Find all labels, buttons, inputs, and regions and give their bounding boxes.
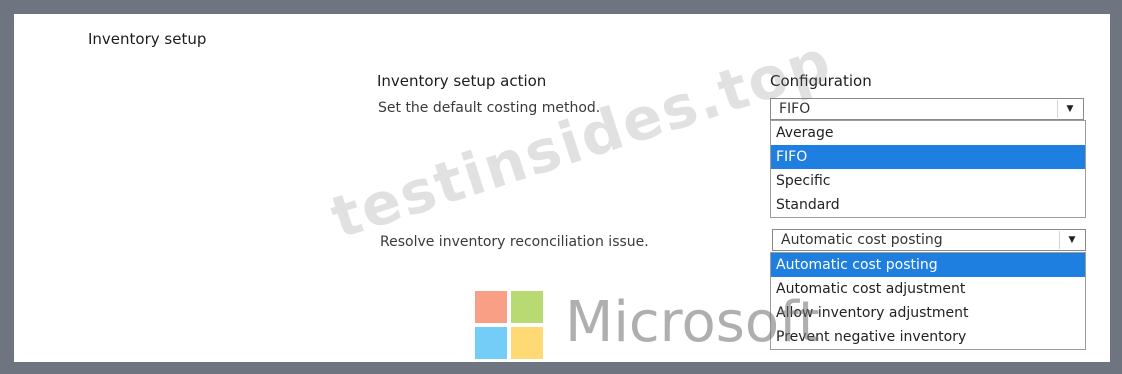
- dropdown-option-allow-inventory-adjustment[interactable]: Allow inventory adjustment: [771, 301, 1085, 325]
- costing-method-dropdown: Average FIFO Specific Standard: [770, 120, 1086, 218]
- column-header-configuration: Configuration: [770, 72, 872, 90]
- costing-method-value: FIFO: [779, 101, 811, 117]
- dropdown-option-average[interactable]: Average: [771, 121, 1085, 145]
- column-header-action: Inventory setup action: [377, 72, 547, 90]
- reconciliation-value: Automatic cost posting: [781, 232, 943, 248]
- costing-method-select[interactable]: FIFO ▼: [770, 98, 1084, 120]
- chevron-down-icon[interactable]: ▼: [1059, 231, 1084, 249]
- reconciliation-dropdown: Automatic cost posting Automatic cost ad…: [770, 252, 1086, 350]
- watermark-text: testinsides.top: [322, 26, 840, 252]
- section-title: Inventory setup: [88, 30, 207, 48]
- action-costing-method: Set the default costing method.: [378, 100, 601, 116]
- dropdown-option-prevent-negative-inventory[interactable]: Prevent negative inventory: [771, 325, 1085, 349]
- inventory-setup-panel: Inventory setup Inventory setup action C…: [14, 14, 1110, 362]
- dropdown-option-automatic-cost-posting[interactable]: Automatic cost posting: [771, 253, 1085, 277]
- action-reconciliation-issue: Resolve inventory reconciliation issue.: [380, 234, 649, 250]
- dropdown-option-automatic-cost-adjustment[interactable]: Automatic cost adjustment: [771, 277, 1085, 301]
- chevron-down-icon[interactable]: ▼: [1057, 100, 1082, 118]
- dropdown-option-standard[interactable]: Standard: [771, 193, 1085, 217]
- dropdown-option-specific[interactable]: Specific: [771, 169, 1085, 193]
- reconciliation-select[interactable]: Automatic cost posting ▼: [772, 229, 1086, 251]
- dropdown-option-fifo[interactable]: FIFO: [771, 145, 1085, 169]
